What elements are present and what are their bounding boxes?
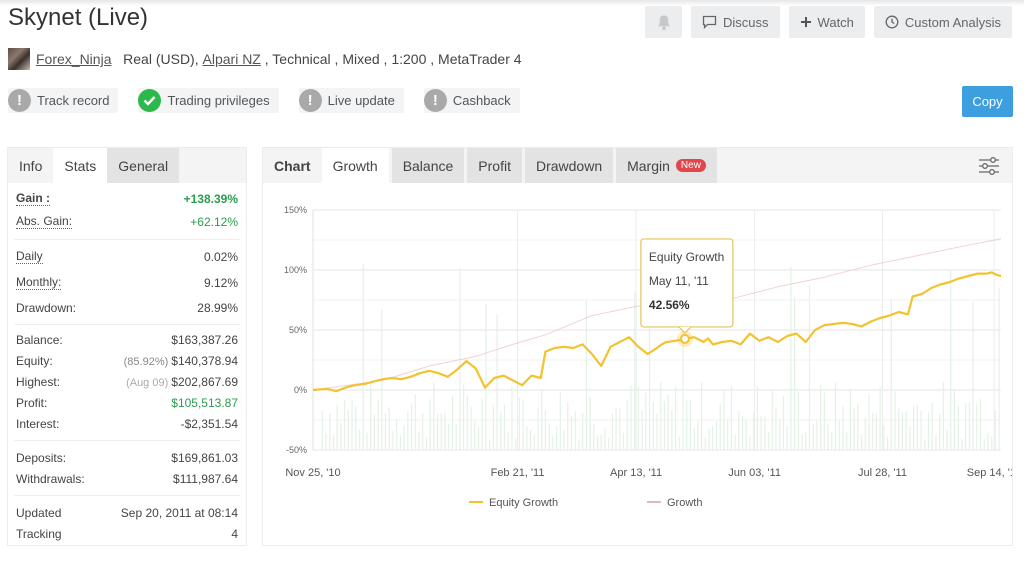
account-type: Real (USD),: [123, 51, 203, 67]
x-tick-label: Jul 28, '11: [858, 467, 907, 479]
stat-gain: Gain : +138.39%: [16, 190, 238, 206]
broker-link[interactable]: Alpari NZ: [203, 51, 261, 67]
badge-cashback[interactable]: ! Cashback: [423, 88, 520, 113]
plus-icon: [800, 17, 811, 27]
y-tick-label: 0%: [294, 385, 307, 395]
badge-trading-privileges[interactable]: Trading privileges: [138, 88, 279, 113]
stats-panel: Info Stats General Gain : +138.39% Abs. …: [7, 147, 247, 546]
stat-interest: Interest: -$2,351.54: [16, 416, 238, 431]
divider: [14, 324, 240, 325]
exclamation-icon: !: [298, 89, 322, 112]
exclamation-icon: !: [423, 89, 447, 112]
stat-drawdown: Drawdown: 28.99%: [16, 301, 238, 315]
legend-label: Growth: [667, 497, 702, 509]
stat-withdrawals: Withdrawals: $111,987.64: [16, 471, 238, 486]
badge-label: Cashback: [452, 93, 511, 108]
hover-marker: [679, 333, 690, 344]
x-tick-label: Nov 25, '10: [285, 467, 340, 479]
tab-info[interactable]: Info: [8, 148, 53, 183]
stat-equity: Equity: (85.92%) $140,378.94: [16, 353, 238, 368]
tab-growth[interactable]: Growth: [321, 148, 389, 183]
stats-tabs: Info Stats General: [8, 148, 246, 183]
badge-label: Trading privileges: [167, 93, 270, 108]
x-tick-label: Feb 21, '11: [491, 467, 545, 479]
stat-deposits: Deposits: $169,861.03: [16, 450, 238, 465]
legend-label: Equity Growth: [489, 497, 558, 509]
new-badge: New: [675, 159, 706, 172]
x-tick-label: Jun 03, '11: [728, 467, 781, 479]
account-info: Forex_Ninja Real (USD), Alpari NZ , Tech…: [8, 48, 522, 70]
custom-analysis-label: Custom Analysis: [904, 14, 1001, 30]
chart-tabs: Chart Growth Balance Profit Drawdown Mar…: [263, 148, 1012, 183]
discuss-label: Discuss: [723, 14, 769, 30]
x-tick-label: Sep 14, '11: [967, 467, 1012, 479]
bell-icon: [657, 15, 670, 30]
tab-general[interactable]: General: [107, 148, 180, 183]
chart-panel: Chart Growth Balance Profit Drawdown Mar…: [262, 147, 1013, 546]
discuss-button[interactable]: Discuss: [691, 6, 780, 38]
tab-balance[interactable]: Balance: [391, 148, 465, 183]
chart-title-tab: Chart: [274, 157, 311, 174]
equity-percent: (85.92%): [123, 355, 169, 368]
copy-button[interactable]: Copy: [962, 86, 1013, 117]
custom-analysis-button[interactable]: Custom Analysis: [873, 6, 1012, 38]
tooltip-date: May 11, '11: [649, 274, 709, 288]
stat-updated: Updated Sep 20, 2011 at 08:14: [16, 505, 238, 520]
clock-icon: [885, 15, 899, 29]
growth-chart[interactable]: 150% 100% 50% 0% -50% Nov 25, '10 Feb 21, '11 A…: [263, 184, 1012, 546]
divider: [14, 239, 240, 240]
sliders-icon: [979, 157, 999, 175]
watch-label: Watch: [817, 14, 854, 30]
avatar[interactable]: [8, 48, 30, 70]
stat-abs-gain: Abs. Gain: +62.12%: [16, 214, 238, 229]
divider: [14, 495, 240, 496]
stat-monthly: Monthly: 9.12%: [16, 275, 238, 290]
stat-balance: Balance: $163,387.26: [16, 332, 238, 347]
tooltip-value: 42.56%: [649, 298, 690, 312]
highest-date: (Aug 09): [126, 376, 169, 389]
verification-badges: ! Track record Trading privileges ! Live…: [8, 88, 520, 113]
y-tick-label: 100%: [284, 265, 307, 275]
watch-button[interactable]: Watch: [788, 6, 865, 38]
tab-drawdown[interactable]: Drawdown: [524, 148, 614, 183]
chat-bubble-icon: [702, 15, 717, 29]
badge-track-record[interactable]: ! Track record: [8, 88, 119, 113]
chart-settings-button[interactable]: [978, 156, 1000, 181]
stat-highest: Highest: (Aug 09) $202,867.69: [16, 374, 238, 389]
y-tick-label: 50%: [289, 325, 307, 335]
exclamation-icon: !: [8, 89, 31, 112]
tab-profit[interactable]: Profit: [467, 148, 522, 183]
badge-label: Live update: [327, 93, 395, 108]
x-tick-label: Apr 13, '11: [610, 467, 662, 479]
tab-stats[interactable]: Stats: [53, 148, 108, 183]
stat-daily: Daily 0.02%: [16, 249, 238, 264]
page-title: Skynet (Live): [8, 4, 149, 31]
stat-tracking: Tracking 4: [16, 526, 238, 541]
tab-margin[interactable]: Margin New: [616, 148, 717, 183]
y-tick-label: 150%: [284, 205, 307, 215]
divider: [14, 440, 240, 441]
notifications-button[interactable]: [645, 6, 683, 38]
username-link[interactable]: Forex_Ninja: [36, 51, 111, 67]
tooltip-series: Equity Growth: [649, 250, 724, 264]
tab-margin-label: Margin: [627, 157, 670, 174]
checkmark-icon: [138, 89, 162, 112]
header-actions: Discuss Watch Custom Analysis: [645, 6, 1012, 38]
account-details: , Technical , Mixed , 1:200 , MetaTrader…: [260, 51, 522, 67]
badge-live-update[interactable]: ! Live update: [298, 88, 404, 113]
badge-label: Track record: [37, 93, 110, 108]
y-tick-label: -50%: [286, 445, 307, 455]
stat-profit: Profit: $105,513.87: [16, 395, 238, 410]
